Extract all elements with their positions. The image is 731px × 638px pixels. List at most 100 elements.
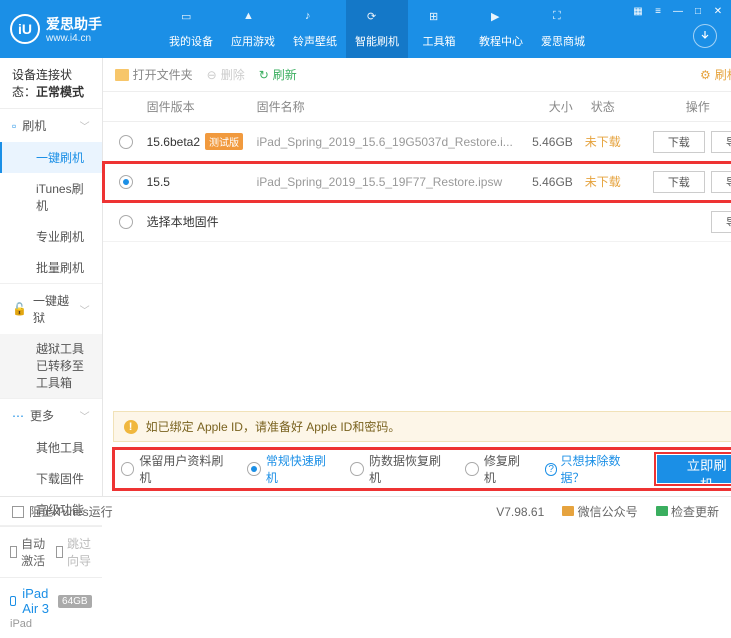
sidebar-group-一键越狱[interactable]: 🔓一键越狱﹀ bbox=[0, 284, 102, 334]
delete-button[interactable]: ⊖删除 bbox=[207, 66, 245, 83]
nav-icon: ♪ bbox=[305, 10, 325, 30]
beta-badge: 测试版 bbox=[205, 133, 243, 150]
firmware-radio[interactable] bbox=[119, 175, 133, 189]
sidebar-item-iTunes刷机[interactable]: iTunes刷机 bbox=[0, 173, 102, 221]
firmware-filename: iPad_Spring_2019_15.6_19G5037d_Restore.i… bbox=[257, 135, 513, 149]
chevron-down-icon: ﹀ bbox=[80, 118, 90, 133]
col-size: 大小 bbox=[513, 98, 573, 115]
toolbar: 打开文件夹 ⊖删除 ↻刷新 ⚙刷机设置 bbox=[103, 58, 731, 92]
flash-settings-button[interactable]: ⚙刷机设置 bbox=[700, 66, 731, 83]
col-status: 状态 bbox=[573, 98, 633, 115]
info-icon: ? bbox=[545, 463, 558, 476]
nav-工具箱[interactable]: ⊞工具箱 bbox=[408, 0, 470, 58]
download-button[interactable]: 下载 bbox=[653, 171, 705, 193]
maximize-icon[interactable]: □ bbox=[691, 4, 705, 18]
logo-icon: iU bbox=[10, 14, 40, 44]
nav-icon: ▲ bbox=[243, 10, 263, 30]
minimize-icon[interactable]: — bbox=[671, 4, 685, 18]
firmware-status: 未下载 bbox=[573, 133, 633, 150]
device-type: iPad bbox=[10, 618, 92, 630]
mode-normal[interactable]: 常规快速刷机 bbox=[247, 452, 336, 486]
mode-repair[interactable]: 修复刷机 bbox=[465, 452, 531, 486]
apple-id-notice: ! 如已绑定 Apple ID，请准备好 Apple ID和密码。 ✕ bbox=[113, 411, 731, 442]
import-button[interactable]: 导入 bbox=[711, 131, 731, 153]
status-bar: 阻止iTunes运行 V7.98.61 微信公众号 检查更新 bbox=[0, 496, 731, 526]
title-bar: iU 爱思助手 www.i4.cn ▭我的设备▲应用游戏♪铃声壁纸⟳智能刷机⊞工… bbox=[0, 0, 731, 58]
local-firmware-row[interactable]: 选择本地固件 导入 bbox=[103, 202, 731, 242]
flash-now-button[interactable]: 立即刷机 bbox=[657, 455, 731, 483]
sidebar-item-批量刷机[interactable]: 批量刷机 bbox=[0, 252, 102, 283]
nav-应用游戏[interactable]: ▲应用游戏 bbox=[222, 0, 284, 58]
device-name: iPad Air 3 bbox=[22, 586, 52, 616]
import-button[interactable]: 导入 bbox=[711, 211, 731, 233]
firmware-filename: iPad_Spring_2019_15.5_19F77_Restore.ipsw bbox=[257, 175, 513, 189]
wechat-icon bbox=[562, 506, 574, 516]
firmware-row[interactable]: 15.5iPad_Spring_2019_15.5_19F77_Restore.… bbox=[103, 162, 731, 202]
close-icon[interactable]: ✕ bbox=[711, 4, 725, 18]
device-icon bbox=[10, 596, 16, 606]
sidebar-item-一键刷机[interactable]: 一键刷机 bbox=[0, 142, 102, 173]
auto-activate-checkbox[interactable]: 自动激活 bbox=[10, 535, 46, 569]
local-firmware-radio[interactable] bbox=[119, 215, 133, 229]
nav-铃声壁纸[interactable]: ♪铃声壁纸 bbox=[284, 0, 346, 58]
firmware-size: 5.46GB bbox=[513, 175, 573, 189]
sidebar-item-其他工具[interactable]: 其他工具 bbox=[0, 432, 102, 463]
mode-anti-recover[interactable]: 防数据恢复刷机 bbox=[350, 452, 451, 486]
firmware-row[interactable]: 15.6beta2测试版iPad_Spring_2019_15.6_19G503… bbox=[103, 122, 731, 162]
nav-教程中心[interactable]: ▶教程中心 bbox=[470, 0, 532, 58]
nav-icon: ⛶ bbox=[553, 10, 573, 30]
wechat-link[interactable]: 微信公众号 bbox=[562, 503, 637, 520]
sidebar-item-越狱工具已转移至工具箱[interactable]: 越狱工具已转移至工具箱 bbox=[0, 334, 102, 398]
open-folder-button[interactable]: 打开文件夹 bbox=[115, 66, 193, 83]
main-panel: 打开文件夹 ⊖删除 ↻刷新 ⚙刷机设置 固件版本 固件名称 大小 状态 操作 1… bbox=[103, 58, 731, 496]
nav-我的设备[interactable]: ▭我的设备 bbox=[160, 0, 222, 58]
group-icon: 🔓 bbox=[12, 302, 27, 316]
device-storage: 64GB bbox=[58, 595, 92, 608]
nav-icon: ⊞ bbox=[429, 10, 449, 30]
table-header: 固件版本 固件名称 大小 状态 操作 bbox=[103, 92, 731, 122]
col-name: 固件名称 bbox=[257, 98, 513, 115]
nav-爱思商城[interactable]: ⛶爱思商城 bbox=[532, 0, 594, 58]
flash-mode-bar: 保留用户资料刷机 常规快速刷机 防数据恢复刷机 修复刷机 ?只想抹除数据？ 立即… bbox=[113, 448, 731, 490]
nav-icon: ⟳ bbox=[367, 10, 387, 30]
download-button[interactable]: 下载 bbox=[653, 131, 705, 153]
nav-智能刷机[interactable]: ⟳智能刷机 bbox=[346, 0, 408, 58]
app-url: www.i4.cn bbox=[46, 33, 102, 44]
local-firmware-label: 选择本地固件 bbox=[147, 213, 257, 230]
chevron-down-icon: ﹀ bbox=[80, 408, 90, 423]
warning-icon: ! bbox=[124, 420, 138, 434]
sidebar-options: 自动激活 跳过向导 bbox=[0, 526, 102, 577]
sidebar-group-更多[interactable]: ⋯更多﹀ bbox=[0, 399, 102, 432]
sidebar-item-专业刷机[interactable]: 专业刷机 bbox=[0, 221, 102, 252]
group-icon: ⋯ bbox=[12, 409, 24, 423]
erase-only-link[interactable]: ?只想抹除数据？ bbox=[545, 452, 643, 486]
refresh-icon: ↻ bbox=[259, 68, 269, 82]
firmware-size: 5.46GB bbox=[513, 135, 573, 149]
sidebar-item-下载固件[interactable]: 下载固件 bbox=[0, 463, 102, 494]
col-version: 固件版本 bbox=[147, 98, 257, 115]
col-ops: 操作 bbox=[633, 98, 731, 115]
app-name: 爱思助手 bbox=[46, 14, 102, 34]
delete-icon: ⊖ bbox=[207, 68, 217, 82]
notice-text: 如已绑定 Apple ID，请准备好 Apple ID和密码。 bbox=[146, 418, 401, 435]
update-icon bbox=[656, 506, 668, 516]
block-itunes-checkbox[interactable]: 阻止iTunes运行 bbox=[12, 503, 113, 520]
nav-icon: ▭ bbox=[181, 10, 201, 30]
folder-icon bbox=[115, 69, 129, 81]
firmware-version: 15.6beta2测试版 bbox=[147, 133, 257, 150]
mode-keep-data[interactable]: 保留用户资料刷机 bbox=[121, 452, 234, 486]
import-button[interactable]: 导入 bbox=[711, 171, 731, 193]
firmware-radio[interactable] bbox=[119, 135, 133, 149]
top-nav: ▭我的设备▲应用游戏♪铃声壁纸⟳智能刷机⊞工具箱▶教程中心⛶爱思商城 bbox=[160, 0, 594, 58]
refresh-button[interactable]: ↻刷新 bbox=[259, 66, 297, 83]
device-panel[interactable]: iPad Air 3 64GB iPad bbox=[0, 577, 102, 638]
sidebar-group-刷机[interactable]: ▫刷机﹀ bbox=[0, 109, 102, 142]
download-ring-icon[interactable] bbox=[693, 24, 717, 48]
grid-icon[interactable]: ▦ bbox=[631, 4, 645, 18]
skip-guide-checkbox[interactable]: 跳过向导 bbox=[56, 535, 92, 569]
firmware-status: 未下载 bbox=[573, 173, 633, 190]
logo: iU 爱思助手 www.i4.cn bbox=[10, 14, 160, 44]
window-controls: ▦ ≡ — □ ✕ bbox=[631, 4, 725, 18]
check-update-link[interactable]: 检查更新 bbox=[656, 503, 719, 520]
menu-icon[interactable]: ≡ bbox=[651, 4, 665, 18]
